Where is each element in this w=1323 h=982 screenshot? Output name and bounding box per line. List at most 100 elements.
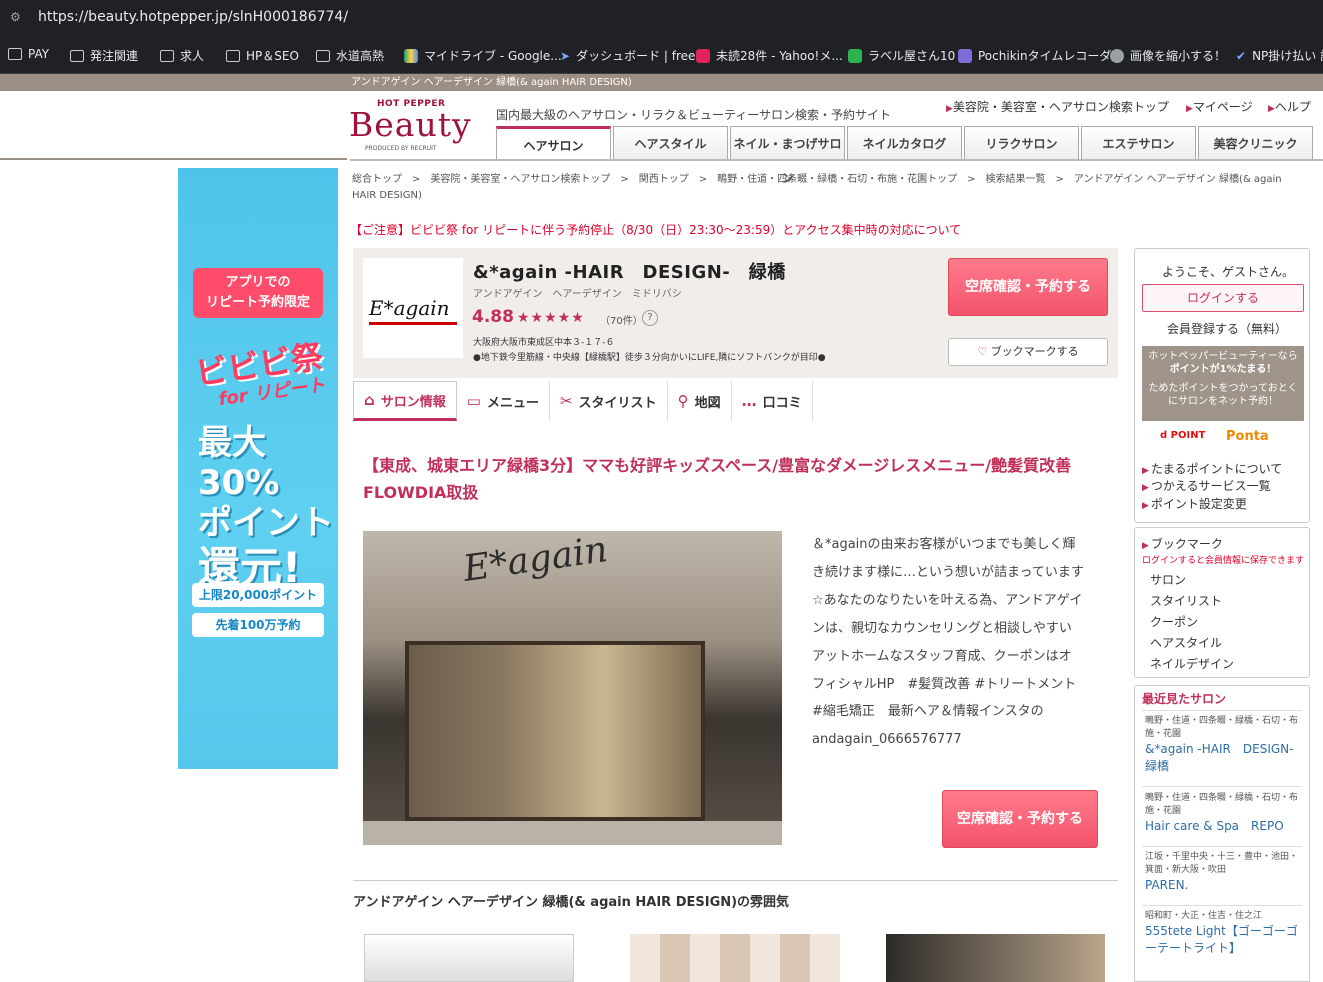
url-text[interactable]: https://beauty.hotpepper.jp/slnH00018677… bbox=[38, 9, 348, 25]
site-info-icon[interactable]: ⚙ bbox=[10, 10, 26, 26]
bookmarks-bar: PAY 発注関連 求人 HP＆SEO 水道高熱 マイドライブ - Google.… bbox=[0, 36, 1323, 74]
atmosphere-photo[interactable] bbox=[630, 934, 840, 982]
tab-hair-salon[interactable]: ヘアサロン bbox=[496, 126, 611, 160]
speech-bubble-icon: … bbox=[741, 392, 757, 410]
salon-catchcopy: 【東成、城東エリア緑橋3分】ママも好評キッズスペース/豊富なダメージレスメニュー… bbox=[363, 456, 1072, 502]
login-button[interactable]: ログインする bbox=[1142, 284, 1304, 312]
recent-item[interactable]: 鴫野・住道・四条畷・緑橋・石切・布施・花園 &*again -HAIR DESI… bbox=[1145, 715, 1305, 775]
salon-tabs: ⌂ サロン情報 ▭ メニュー ✂ スタイリスト ⚲ 地図 … 口コミ bbox=[353, 381, 813, 421]
recent-item[interactable]: 昭和町・大正・住吉・住之江 555tete Light【ゴーゴーゴーテートライト… bbox=[1145, 910, 1305, 957]
header-link-search-top[interactable]: ▶美容院・美容室・ヘアサロン検索トップ bbox=[946, 98, 1169, 115]
dpoint-logo: d POINT bbox=[1160, 430, 1206, 441]
bookmark-folder[interactable]: PAY bbox=[8, 47, 49, 61]
tab-underline bbox=[350, 159, 1323, 161]
bookmark-folder[interactable]: 求人 bbox=[160, 47, 204, 64]
salon-description: ＆*againの由来お客様がいつまでも美しく輝き続けます様に…という想いが詰まっ… bbox=[812, 537, 1084, 748]
points-settings-link[interactable]: ▶ ポイント設定変更 bbox=[1142, 495, 1247, 512]
tab-menu[interactable]: ▭ メニュー bbox=[457, 381, 550, 421]
register-link[interactable]: 会員登録する（無料） bbox=[1167, 320, 1287, 337]
header-link-help[interactable]: ▶ヘルプ bbox=[1268, 98, 1311, 115]
salon-name: &*again -HAIR DESIGN- 緑橋 bbox=[473, 262, 786, 283]
bookmark-salon[interactable]: サロン bbox=[1150, 571, 1186, 588]
tab-clinic[interactable]: 美容クリニック bbox=[1198, 126, 1313, 160]
banner-first: 先着100万予約 bbox=[192, 613, 324, 637]
arrow-icon: ▶ bbox=[946, 104, 953, 114]
salon-logo: E*again bbox=[363, 258, 463, 358]
category-tabs: ヘアサロン ヘアスタイル ネイル・まつげサロン ネイルカタログ リラクサロン エ… bbox=[496, 126, 1315, 185]
breadcrumb[interactable]: 総合トップ > 美容院・美容室・ヘアサロン検索トップ > 関西トップ > 鴫野・… bbox=[352, 172, 1302, 204]
bookmark-note: ログインすると会員情報に保存できます bbox=[1142, 556, 1305, 566]
tab-reviews[interactable]: … 口コミ bbox=[732, 381, 813, 421]
tab-stylist[interactable]: ✂ スタイリスト bbox=[550, 381, 668, 421]
tab-salon-info[interactable]: ⌂ サロン情報 bbox=[353, 381, 457, 421]
tab-hair-style[interactable]: ヘアスタイル bbox=[613, 126, 728, 160]
bookmark-folder[interactable]: 発注関連 bbox=[70, 47, 138, 64]
tab-relax[interactable]: リラクサロン bbox=[964, 126, 1079, 160]
salon-name-bar: アンドアゲイン ヘアーデザイン 緑橋(& again HAIR DESIGN) bbox=[0, 74, 1323, 91]
bookmark-link[interactable]: 未読28件 - Yahoo!メ... bbox=[696, 47, 843, 64]
salon-kana: アンドアゲイン ヘアーデザイン ミドリバシ bbox=[473, 289, 682, 300]
bookmark-link[interactable]: ✔NP掛け払い 請 bbox=[1236, 47, 1323, 64]
storefront-sign: E*again bbox=[460, 531, 611, 590]
folder-icon bbox=[160, 49, 174, 62]
review-count[interactable]: （70件） bbox=[600, 312, 643, 327]
welcome-text: ようこそ、ゲストさん。 bbox=[1162, 265, 1295, 279]
folder-icon bbox=[8, 48, 22, 60]
globe-icon bbox=[1110, 48, 1124, 63]
rating-stars: ★★★★★ bbox=[517, 310, 585, 326]
notice-link[interactable]: 【ご注意】ビビビ祭 for リピートに伴う予約停止（8/30（日）23:30〜2… bbox=[350, 221, 961, 238]
arrow-icon: ▶ bbox=[1186, 104, 1193, 114]
house-icon: ⌂ bbox=[364, 391, 375, 409]
bookmark-link[interactable]: ラベル屋さん10 bbox=[848, 47, 955, 64]
tab-map[interactable]: ⚲ 地図 bbox=[668, 381, 732, 421]
bookmark-folder[interactable]: HP＆SEO bbox=[226, 47, 299, 64]
bookmark-stylist[interactable]: スタイリスト bbox=[1150, 592, 1222, 609]
campaign-banner[interactable]: アプリでの リピート予約限定 ビビビ祭 for リピート 最大30% ポイント … bbox=[178, 168, 338, 769]
bookmark-link[interactable]: 画像を縮小する！ bbox=[1110, 47, 1226, 64]
arrow-icon: ▶ bbox=[1268, 104, 1275, 114]
points-promo: ホットペッパービューティーなら ポイントが1%たまる！ ためたポイントをつかって… bbox=[1142, 346, 1304, 421]
atmosphere-photo[interactable] bbox=[364, 934, 574, 982]
map-pin-icon: ⚲ bbox=[677, 392, 689, 410]
bookmark-button[interactable]: ♡ ブックマークする bbox=[948, 338, 1108, 366]
tab-nail-eyelash[interactable]: ネイル・まつげサロン bbox=[730, 126, 845, 185]
heart-icon: ♡ bbox=[977, 345, 988, 358]
atmosphere-photo[interactable] bbox=[886, 934, 1105, 982]
salon-address: 大阪府大阪市東成区中本３-１７-６ ●地下鉄今里筋線・中央線【緑橋駅】徒歩３分向… bbox=[473, 338, 826, 363]
bookmark-link[interactable]: Pochikinタイムレコーダー bbox=[958, 47, 1123, 64]
freee-icon: ➤ bbox=[560, 48, 571, 63]
site-tagline: 国内最大級のヘアサロン・リラク＆ビューティーサロン検索・予約サイト bbox=[496, 108, 892, 122]
salon-storefront-photo: E*again bbox=[363, 531, 782, 845]
services-link[interactable]: ▶ つかえるサービス一覧 bbox=[1142, 477, 1271, 494]
scissors-icon: ✂ bbox=[559, 392, 573, 410]
bookmark-link[interactable]: ➤ ダッシュボード | freee bbox=[560, 47, 703, 64]
google-drive-icon bbox=[404, 48, 418, 63]
bookmark-hairstyle[interactable]: ヘアスタイル bbox=[1150, 634, 1222, 651]
tab-nail-catalog[interactable]: ネイルカタログ bbox=[847, 126, 962, 160]
bookmark-folder[interactable]: 水道高熱 bbox=[316, 47, 384, 64]
banner-limit: 上限20,000ポイント bbox=[192, 583, 324, 607]
timerecorder-icon bbox=[958, 48, 972, 63]
mail-icon bbox=[696, 48, 710, 63]
rating-value: 4.88 bbox=[472, 307, 514, 327]
help-icon[interactable]: ? bbox=[642, 310, 658, 326]
folder-icon bbox=[316, 49, 330, 62]
hotpepper-beauty-logo[interactable]: HOT PEPPER Beauty PRODUCED BY RECRUIT bbox=[349, 99, 474, 155]
bookmark-nail[interactable]: ネイルデザイン bbox=[1150, 655, 1234, 672]
recent-item[interactable]: 鴫野・住道・四条畷・緑橋・石切・布施・花園 Hair care & Spa RE… bbox=[1145, 792, 1305, 835]
banner-pill: アプリでの リピート予約限定 bbox=[193, 268, 323, 318]
menu-icon: ▭ bbox=[466, 392, 481, 410]
reserve-button-bottom[interactable]: 空席確認・予約する bbox=[942, 790, 1098, 848]
recent-item[interactable]: 江坂・千里中央・十三・豊中・池田・箕面・新大阪・吹田 PAREN. bbox=[1145, 851, 1305, 894]
banner-headline: 最大30% ポイント 還元! bbox=[198, 423, 334, 592]
header-link-mypage[interactable]: ▶マイページ bbox=[1186, 98, 1253, 115]
header-rule bbox=[0, 158, 347, 160]
np-icon: ✔ bbox=[1236, 48, 1247, 63]
tab-esthe[interactable]: エステサロン bbox=[1081, 126, 1196, 160]
label-icon bbox=[848, 48, 862, 63]
points-link[interactable]: ▶ たまるポイントについて bbox=[1142, 460, 1282, 477]
reserve-button-top[interactable]: 空席確認・予約する bbox=[948, 258, 1108, 316]
bookmark-link[interactable]: マイドライブ - Google... bbox=[404, 47, 562, 64]
folder-icon bbox=[226, 49, 240, 62]
bookmark-coupon[interactable]: クーポン bbox=[1150, 613, 1198, 630]
